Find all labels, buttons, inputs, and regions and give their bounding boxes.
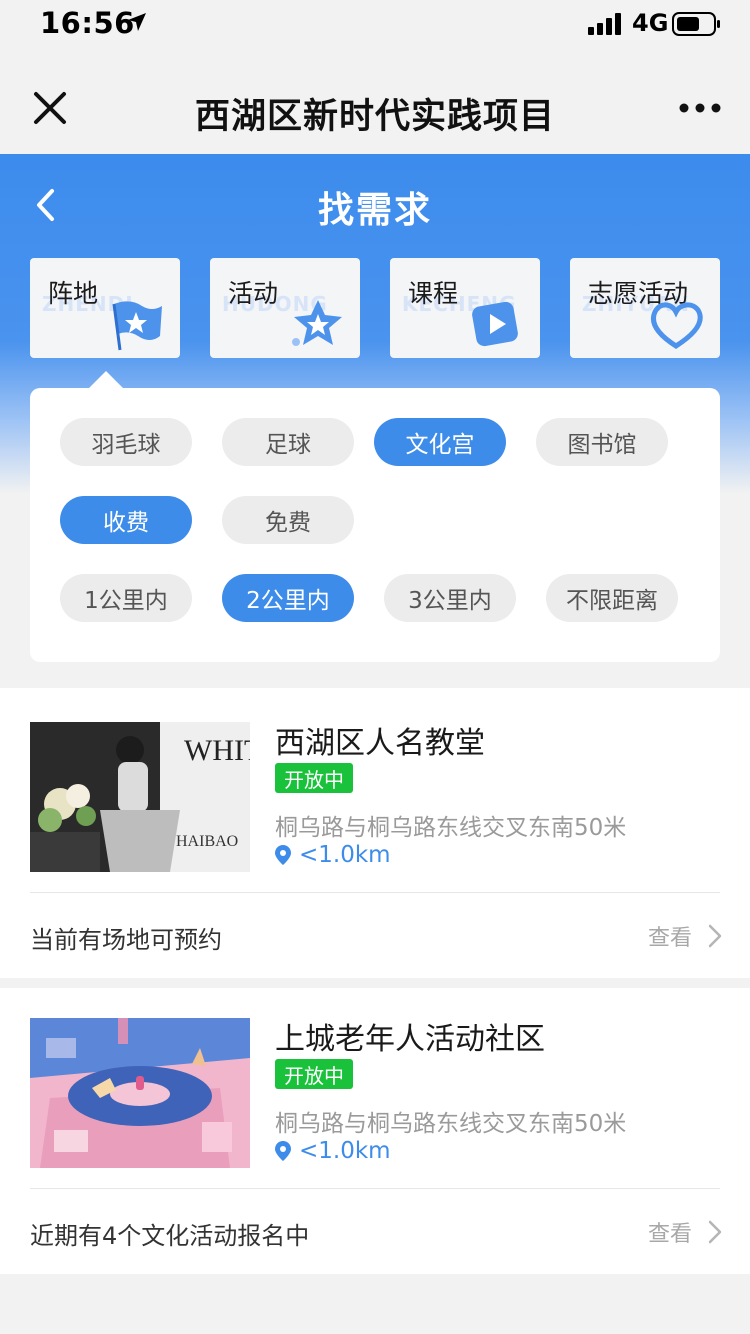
view-link[interactable]: 查看	[648, 1216, 722, 1248]
chevron-right-icon	[708, 924, 722, 948]
play-icon	[472, 301, 518, 347]
more-icon[interactable]	[678, 100, 722, 116]
category-label: 活动	[228, 279, 279, 308]
venue-title: 西湖区人名教堂	[275, 726, 485, 761]
status-badge: 开放中	[275, 1059, 353, 1089]
flag-icon	[112, 301, 162, 351]
view-label: 查看	[647, 1222, 692, 1247]
filter-chip-2km[interactable]: 2公里内	[222, 574, 354, 622]
page-title: 找需求	[317, 190, 432, 231]
divider	[30, 892, 720, 893]
filter-chip-culture-palace[interactable]: 文化宫	[374, 418, 506, 466]
venue-photo: WHIT HAIBAO	[30, 722, 250, 872]
location-arrow-icon	[128, 13, 146, 31]
heart-icon	[651, 302, 703, 349]
category-label: 课程	[408, 279, 459, 308]
network-label: 4G	[632, 9, 669, 37]
venue-title: 上城老年人活动社区	[275, 1022, 545, 1057]
distance-label: <1.0km	[299, 842, 391, 868]
filter-chip-3km[interactable]: 3公里内	[384, 574, 516, 622]
svg-text:HAIBAO: HAIBAO	[176, 833, 238, 850]
category-card-huodong[interactable]: HUDONG 活动	[210, 258, 360, 358]
status-time: 16:56	[40, 6, 135, 40]
divider	[30, 1188, 720, 1189]
status-badge: 开放中	[275, 763, 353, 793]
view-link[interactable]: 查看	[648, 920, 722, 952]
category-card-zhiyuan[interactable]: ZHIYUAN 志愿活动	[570, 258, 720, 358]
filter-chip-1km[interactable]: 1公里内	[60, 574, 192, 622]
availability-text: 当前有场地可预约	[30, 926, 222, 954]
venue-photo	[30, 1018, 250, 1168]
battery-icon	[672, 12, 720, 36]
view-label: 查看	[647, 926, 692, 951]
result-card[interactable]: 上城老年人活动社区 开放中 桐乌路与桐乌路东线交叉东南50米 <1.0km 近期…	[0, 988, 750, 1274]
nav-bar: 西湖区新时代实践项目	[0, 50, 750, 154]
filter-chip-football[interactable]: 足球	[222, 418, 354, 466]
filter-chip-library[interactable]: 图书馆	[536, 418, 668, 466]
svg-text:WHIT: WHIT	[184, 734, 250, 767]
distance-label: <1.0km	[299, 1138, 391, 1164]
star-icon	[292, 300, 342, 346]
filter-chip-free[interactable]: 免费	[222, 496, 354, 544]
category-label: 阵地	[48, 279, 99, 308]
filter-chip-unlimited[interactable]: 不限距离	[546, 574, 678, 622]
venue-address: 桐乌路与桐乌路东线交叉东南50米	[275, 1111, 627, 1137]
venue-distance: <1.0km	[275, 842, 391, 868]
filter-chip-paid[interactable]: 收费	[60, 496, 192, 544]
location-pin-icon	[275, 845, 291, 865]
filter-panel: 羽毛球 足球 文化宫 图书馆 收费 免费 1公里内 2公里内 3公里内 不限距离	[30, 388, 720, 662]
nav-title: 西湖区新时代实践项目	[194, 97, 555, 137]
signal-icon	[588, 13, 621, 35]
venue-distance: <1.0km	[275, 1138, 391, 1164]
venue-address: 桐乌路与桐乌路东线交叉东南50米	[275, 815, 627, 841]
location-pin-icon	[275, 1141, 291, 1161]
status-bar: 16:56 4G	[0, 0, 750, 50]
result-card[interactable]: WHIT HAIBAO 西湖区人名教堂 开放中 桐乌路与桐乌路东线交叉东南50米…	[0, 688, 750, 978]
category-card-zhendi[interactable]: ZHENDI 阵地	[30, 258, 180, 358]
filter-chip-badminton[interactable]: 羽毛球	[60, 418, 192, 466]
chevron-right-icon	[708, 1220, 722, 1244]
category-card-kecheng[interactable]: KECHENG 课程	[390, 258, 540, 358]
activity-text: 近期有4个文化活动报名中	[30, 1222, 310, 1250]
